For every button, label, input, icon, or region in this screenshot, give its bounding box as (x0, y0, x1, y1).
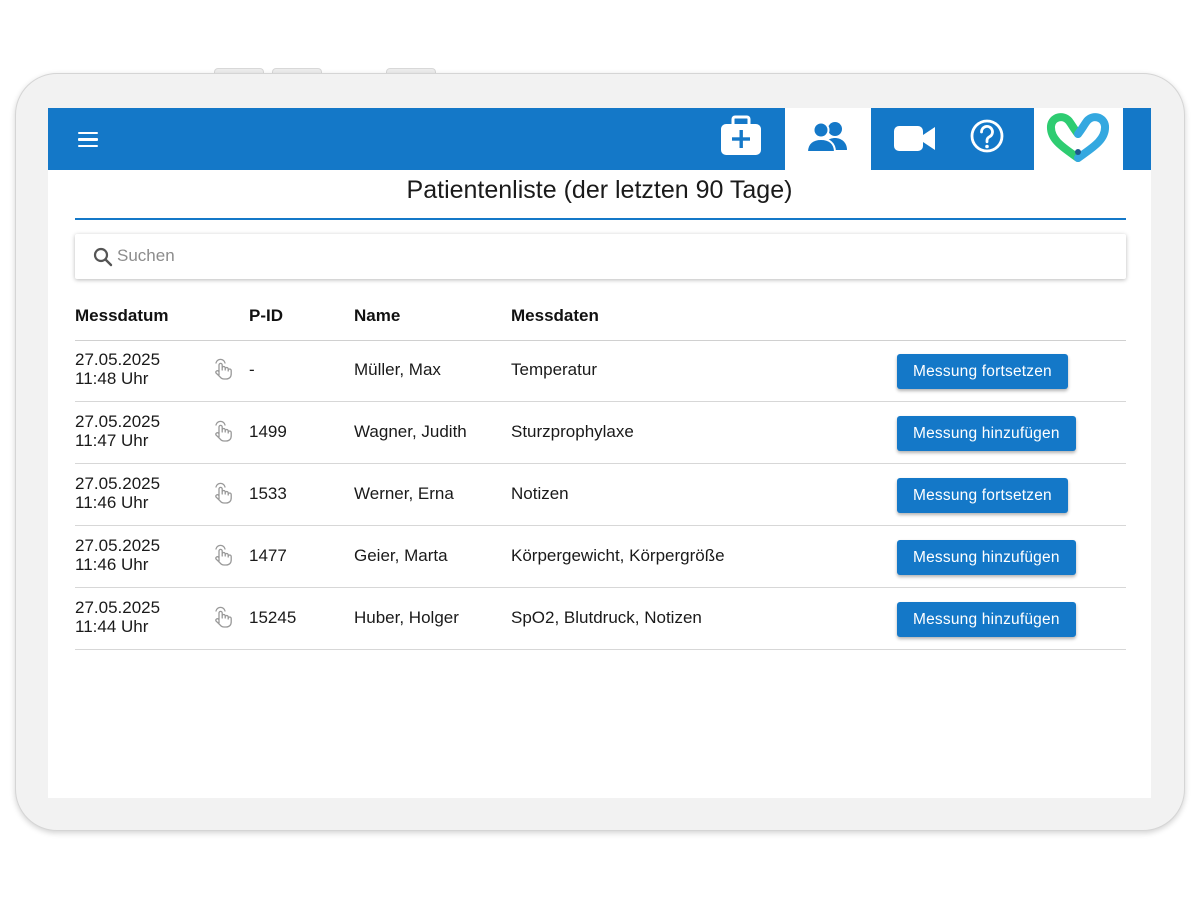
continue-measurement-button[interactable]: Messung fortsetzen (897, 354, 1068, 389)
row-name: Geier, Marta (354, 546, 448, 565)
add-measurement-button[interactable]: Messung hinzufügen (897, 540, 1076, 575)
table-header: Messdatum P-ID Name Messdaten (75, 303, 1126, 341)
add-measurement-button[interactable]: Messung hinzufügen (897, 602, 1076, 637)
top-navigation-bar (48, 108, 1151, 170)
row-pid: 15245 (249, 608, 297, 627)
search-bar (75, 234, 1126, 279)
app-screen: Patientenliste (der letzten 90 Tage) Mes… (48, 108, 1151, 798)
row-name: Huber, Holger (354, 608, 459, 627)
title-divider (75, 218, 1126, 220)
row-pid: 1499 (249, 422, 287, 441)
heart-logo-icon (1047, 113, 1109, 162)
row-pid: - (249, 360, 255, 379)
column-header-measurements[interactable]: Messdaten (511, 306, 599, 326)
patients-icon (805, 121, 847, 153)
row-name: Wagner, Judith (354, 422, 467, 441)
row-name: Werner, Erna (354, 484, 454, 503)
row-measurements: Temperatur (511, 360, 597, 379)
touch-icon (215, 358, 232, 380)
touch-icon (215, 482, 232, 504)
menu-icon[interactable] (76, 128, 100, 150)
help-icon (970, 119, 1004, 153)
row-date: 27.05.2025 11:47 Uhr (75, 412, 161, 450)
column-header-name[interactable]: Name (354, 306, 400, 326)
row-measurements: Sturzprophylaxe (511, 422, 634, 441)
row-date: 27.05.2025 11:46 Uhr (75, 536, 161, 574)
row-measurements: Körpergewicht, Körpergröße (511, 546, 725, 565)
column-header-date[interactable]: Messdatum (75, 306, 169, 326)
table-row[interactable]: 27.05.2025 11:46 Uhr 1533 Werner, Erna No… (75, 464, 1126, 526)
table-row[interactable]: 27.05.2025 11:48 Uhr - Müller, Max Temper… (75, 340, 1126, 402)
column-header-pid[interactable]: P-ID (249, 306, 283, 326)
row-pid: 1477 (249, 546, 287, 565)
medical-kit-icon (721, 115, 761, 155)
row-date: 27.05.2025 11:48 Uhr (75, 350, 161, 388)
video-camera-icon (894, 126, 935, 151)
search-icon (93, 247, 113, 267)
add-measurement-button[interactable]: Messung hinzufügen (897, 416, 1076, 451)
page-title: Patientenliste (der letzten 90 Tage) (406, 176, 793, 204)
app-logo (1034, 108, 1123, 170)
continue-measurement-button[interactable]: Messung fortsetzen (897, 478, 1068, 513)
video-call-button[interactable] (888, 108, 940, 170)
table-row[interactable]: 27.05.2025 11:47 Uhr 1499 Wagner, Judith … (75, 402, 1126, 464)
row-name: Müller, Max (354, 360, 441, 379)
patients-button[interactable] (785, 108, 871, 170)
row-pid: 1533 (249, 484, 287, 503)
medical-kit-button[interactable] (714, 108, 768, 170)
table-row[interactable]: 27.05.2025 11:46 Uhr 1477 Geier, Marta Kö… (75, 526, 1126, 588)
row-date: 27.05.2025 11:46 Uhr (75, 474, 161, 512)
touch-icon (215, 606, 232, 628)
touch-icon (215, 420, 232, 442)
search-input[interactable] (117, 242, 1097, 270)
touch-icon (215, 544, 232, 566)
help-button[interactable] (964, 108, 1010, 170)
row-measurements: SpO2, Blutdruck, Notizen (511, 608, 702, 627)
row-date: 27.05.2025 11:44 Uhr (75, 598, 161, 636)
table-row[interactable]: 27.05.2025 11:44 Uhr 15245 Huber, Holger … (75, 588, 1126, 650)
row-measurements: Notizen (511, 484, 569, 503)
